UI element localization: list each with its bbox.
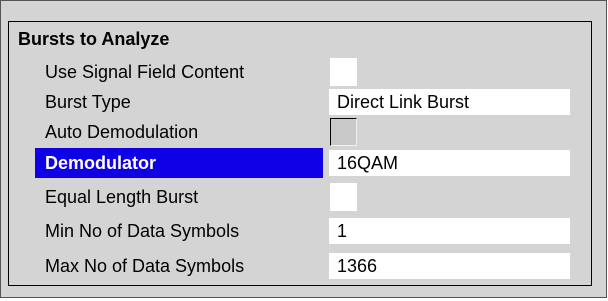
demodulator-row[interactable]: Demodulator 16QAM — [0, 148, 608, 178]
group-title: Bursts to Analyze — [18, 29, 170, 49]
use-signal-field-content-row[interactable]: Use Signal Field Content — [0, 57, 608, 87]
max-data-symbols-field[interactable]: 1366 — [329, 253, 570, 279]
equal-length-burst-row[interactable]: Equal Length Burst — [0, 182, 608, 212]
use-signal-field-content-checkbox[interactable] — [330, 58, 357, 86]
burst-type-row[interactable]: Burst Type Direct Link Burst — [0, 87, 608, 117]
min-data-symbols-row[interactable]: Min No of Data Symbols 1 — [0, 216, 608, 246]
equal-length-burst-checkbox[interactable] — [330, 183, 357, 211]
burst-type-label: Burst Type — [45, 92, 131, 112]
use-signal-field-content-label: Use Signal Field Content — [45, 62, 245, 82]
equal-length-burst-label: Equal Length Burst — [45, 187, 199, 207]
min-data-symbols-label: Min No of Data Symbols — [45, 221, 240, 241]
burst-type-field[interactable]: Direct Link Burst — [329, 89, 570, 115]
max-data-symbols-row[interactable]: Max No of Data Symbols 1366 — [0, 251, 608, 281]
auto-demodulation-checkbox — [330, 118, 357, 146]
demodulator-field[interactable]: 16QAM — [329, 150, 570, 176]
demodulator-label: Demodulator — [35, 148, 323, 178]
min-data-symbols-field[interactable]: 1 — [329, 218, 570, 244]
auto-demodulation-label: Auto Demodulation — [45, 122, 199, 142]
max-data-symbols-label: Max No of Data Symbols — [45, 256, 245, 276]
auto-demodulation-row: Auto Demodulation — [0, 117, 608, 147]
